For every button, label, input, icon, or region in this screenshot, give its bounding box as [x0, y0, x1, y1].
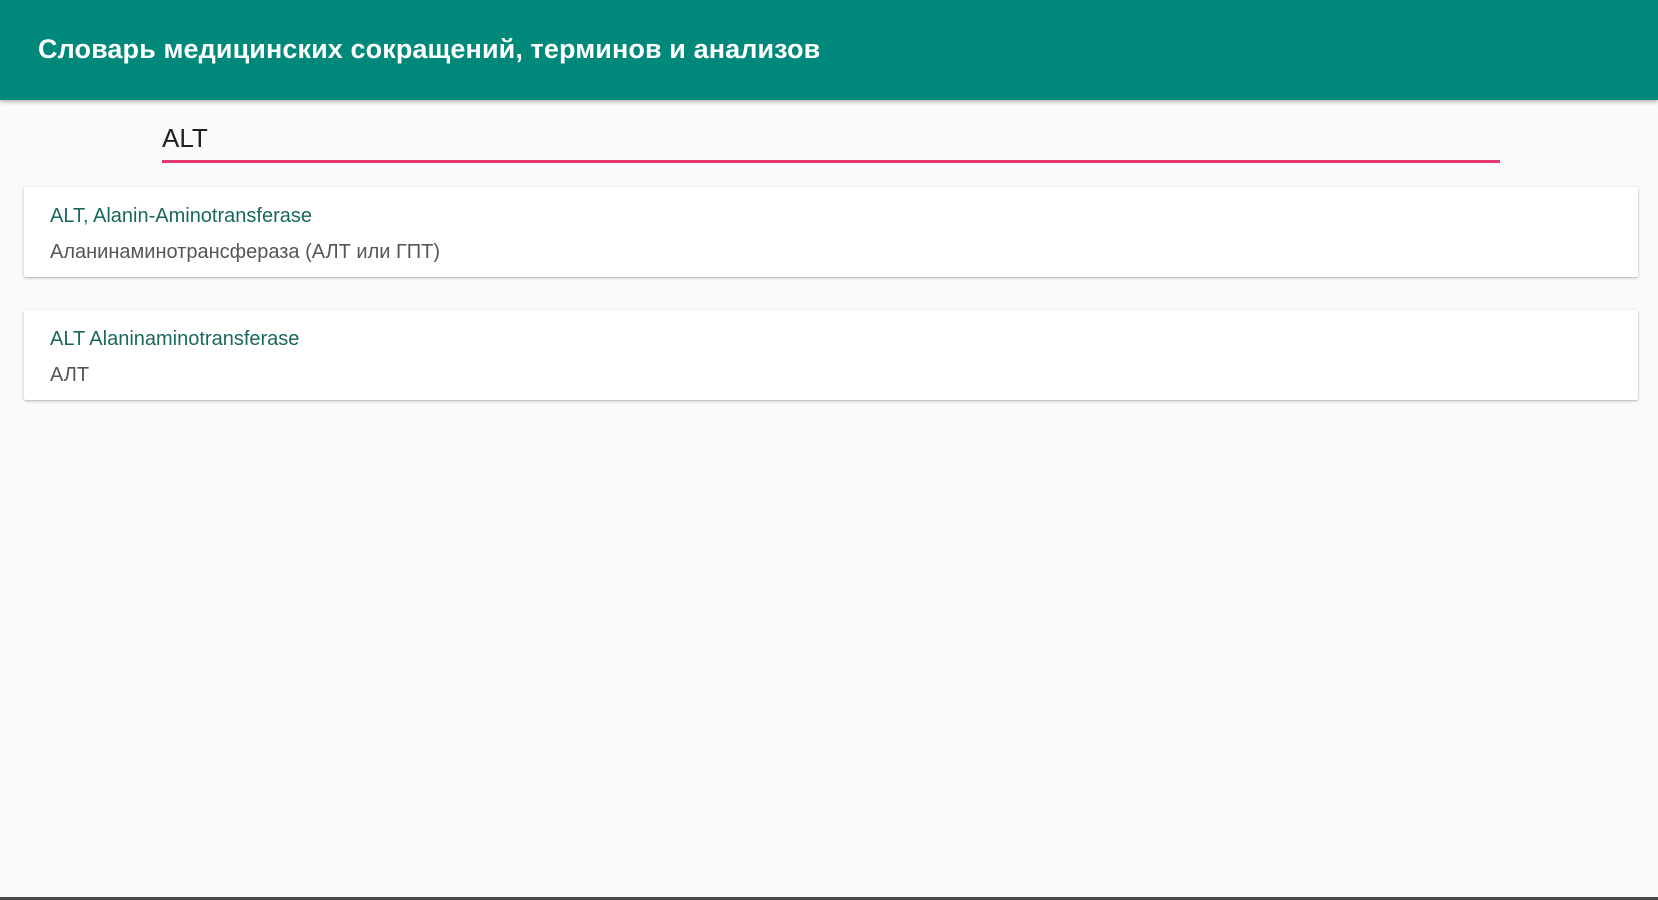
result-definition: Аланинаминотрансфераза (АЛТ или ГПТ): [50, 241, 441, 263]
search-field[interactable]: [162, 116, 1500, 164]
result-card[interactable]: ALT Alaninaminotransferase АЛТ: [24, 310, 1638, 400]
search-input[interactable]: [162, 116, 1500, 160]
result-card[interactable]: ALT, Alanin-Aminotransferase Аланинамино…: [24, 187, 1638, 277]
result-definition: АЛТ: [50, 364, 90, 386]
result-term: ALT, Alanin-Aminotransferase: [50, 205, 312, 227]
result-term: ALT Alaninaminotransferase: [50, 328, 300, 350]
search-underline: [162, 160, 1500, 163]
app-title: Словарь медицинских сокращений, терминов…: [38, 34, 821, 64]
app-bar: Словарь медицинских сокращений, терминов…: [0, 0, 1658, 100]
